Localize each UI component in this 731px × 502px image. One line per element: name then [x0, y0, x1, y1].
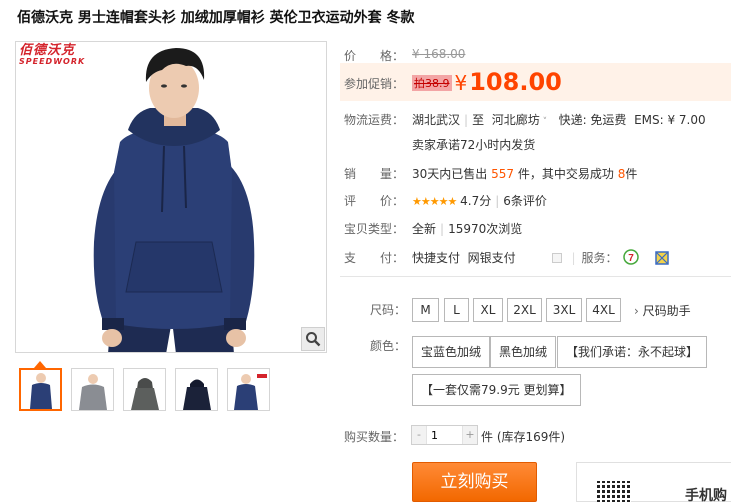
chevron-down-icon[interactable]: ˅ [540, 117, 548, 127]
item-type-label: 宝贝类型： [344, 222, 405, 236]
service-label: 服务： [581, 251, 618, 265]
sales-prefix: 30天内已售出 [412, 167, 488, 181]
mobile-purchase-label: 手机购 [685, 488, 727, 502]
size-option-4xl[interactable]: 4XL [586, 298, 621, 322]
size-option-m[interactable]: M [412, 298, 439, 322]
zoom-button[interactable] [301, 327, 325, 351]
separator: | [495, 194, 500, 208]
sales-mid: 件，其中交易成功 [517, 167, 614, 181]
size-option-l[interactable]: L [444, 298, 469, 322]
size-helper-link[interactable]: › 尺码助手 [634, 302, 691, 319]
view-count: 15970次浏览 [448, 222, 523, 236]
ship-from: 湖北武汉 [412, 113, 461, 127]
quantity-unit: 件 [481, 430, 494, 444]
color-option-royal-blue[interactable]: 宝蓝色加绒 [412, 336, 491, 368]
quantity-label: 购买数量： [344, 430, 405, 444]
quantity-increase-button[interactable]: + [463, 426, 477, 444]
thumbnail-image-4 [182, 379, 211, 410]
thumbnail-strip [19, 368, 270, 411]
sales-label: 销 量： [344, 167, 405, 181]
thumbnail-image-3 [130, 378, 159, 410]
separator: | [440, 222, 445, 236]
shipping-value: 湖北武汉 | 至 河北廊坊 ˅ 快递: 免运费 EMS: ¥ 7.00 [412, 111, 706, 128]
quantity-input[interactable] [426, 426, 463, 444]
separator: | [571, 251, 576, 265]
thumbnail-image-5 [233, 374, 267, 410]
separator: | [464, 113, 469, 127]
size-option-3xl[interactable]: 3XL [546, 298, 582, 322]
size-option-2xl[interactable]: 2XL [507, 298, 542, 322]
buy-now-button[interactable]: 立刻购买 [412, 462, 537, 502]
sales-suffix: 件 [625, 167, 638, 181]
shipping-label: 物流运费： [344, 113, 405, 127]
magnifier-icon [306, 332, 321, 347]
sales-value: 30天内已售出 557 件，其中交易成功 8件 [412, 165, 637, 182]
product-title: 佰德沃克 男士连帽套头衫 加绒加厚帽衫 英伦卫衣运动外套 冬款 [17, 10, 415, 26]
color-option-promise[interactable]: 【我们承诺：永不起球】 [557, 336, 708, 368]
promo-yen: ¥ [454, 71, 468, 95]
original-price: ¥ 168.00 [412, 47, 466, 61]
size-label: 尺码： [370, 303, 407, 317]
ship-to-word: 至 [472, 113, 485, 127]
pay-method-quick: 快捷支付 [412, 251, 461, 265]
quantity-decrease-button[interactable]: - [412, 426, 426, 444]
seven-day-return-icon[interactable]: 7 [623, 249, 640, 265]
price-label: 价 格： [344, 49, 405, 63]
thumbnail-image-1 [29, 373, 52, 409]
promo-value: 拍38.9 ¥108.00 [412, 68, 562, 96]
guarantee-icon[interactable] [655, 251, 669, 265]
size-option-xl[interactable]: XL [473, 298, 503, 322]
chevron-right-icon: › [634, 304, 639, 318]
size-helper-label: 尺码助手 [642, 304, 691, 318]
sold-count: 557 [491, 167, 515, 181]
ship-to[interactable]: 河北廊坊 [492, 113, 540, 127]
item-condition: 全新 [412, 222, 437, 236]
thumbnail-1[interactable] [19, 368, 62, 411]
thumbnail-4[interactable] [175, 368, 218, 411]
thumbnail-indicator-arrow [34, 361, 46, 368]
promo-label: 参加促销： [344, 77, 405, 91]
review-count[interactable]: 6条评价 [503, 194, 547, 208]
main-product-image[interactable]: 佰德沃克 SPEEDWORK [15, 41, 327, 353]
stock-info: 件 (库存169件) [481, 428, 565, 445]
ems-fee: EMS: ¥ 7.00 [634, 113, 706, 127]
thumbnail-5[interactable] [227, 368, 270, 411]
promo-price: 108.00 [469, 68, 562, 96]
rating-value: ★★★★★ 4.7分 | 6条评价 [412, 192, 547, 209]
rating-stars: ★★★★★ [412, 195, 457, 208]
quantity-stepper: - + [411, 425, 478, 445]
thumbnail-2[interactable] [71, 368, 114, 411]
model-photo [93, 48, 255, 352]
rating-score: 4.7分 [460, 194, 492, 208]
discount-tag: 拍38.9 [412, 75, 452, 91]
thumbnail-image-2 [78, 374, 107, 410]
color-label: 颜色： [370, 339, 407, 353]
payment-value: 快捷支付 网银支付 | 服务： 7 [412, 249, 669, 266]
mobile-purchase-panel[interactable]: 手机购 [576, 462, 731, 502]
svg-text:7: 7 [629, 253, 635, 264]
stock-count: (库存169件) [496, 430, 566, 444]
ship-promise: 卖家承诺72小时内发货 [412, 138, 536, 152]
pay-method-bank: 网银支付 [467, 251, 516, 265]
payment-more-toggle[interactable] [551, 253, 562, 263]
item-type-value: 全新 | 15970次浏览 [412, 220, 522, 237]
section-divider [340, 276, 731, 277]
thumbnail-3[interactable] [123, 368, 166, 411]
payment-label: 支 付： [344, 251, 405, 265]
rating-label: 评 价： [344, 194, 405, 208]
color-option-set-deal[interactable]: 【一套仅需79.9元 更划算】 [412, 374, 581, 406]
express-fee: 快递: 免运费 [558, 113, 627, 127]
qr-code-icon [597, 481, 631, 502]
color-option-black[interactable]: 黑色加绒 [490, 336, 557, 368]
